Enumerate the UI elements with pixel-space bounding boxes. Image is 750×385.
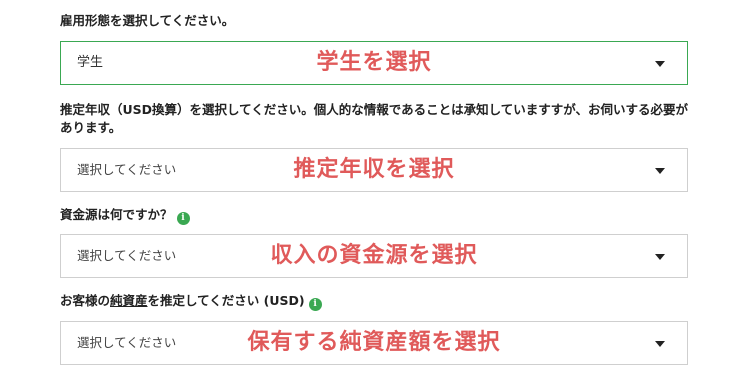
- net-worth-label-prefix: お客様の: [60, 293, 111, 308]
- chevron-down-icon: [655, 254, 665, 260]
- funds-source-select-value: 選択してください: [77, 248, 177, 263]
- funds-source-select[interactable]: 選択してください 収入の資金源を選択: [60, 234, 688, 278]
- net-worth-term-link[interactable]: 純資産: [110, 293, 148, 308]
- net-worth-select-value: 選択してください: [77, 335, 177, 350]
- employment-select-value: 学生: [77, 55, 104, 70]
- info-icon[interactable]: i: [176, 212, 190, 225]
- chevron-down-icon: [655, 168, 665, 174]
- employment-annotation: 学生を選択: [316, 50, 432, 75]
- employment-select[interactable]: 学生 学生を選択: [60, 41, 688, 85]
- net-worth-label-suffix: を推定してください (USD): [147, 293, 305, 308]
- info-icon[interactable]: i: [308, 298, 322, 311]
- chevron-down-icon: [655, 341, 665, 347]
- employment-question-label: 雇用形態を選択してください。: [60, 13, 235, 28]
- net-worth-question: お客様の純資産を推定してください (USD) i: [60, 292, 322, 311]
- income-question-label: 推定年収（USD換算）を選択してください。個人的な情報であることは承知しています…: [60, 102, 689, 135]
- funds-source-question: 資金源は何ですか？ i: [60, 206, 190, 225]
- net-worth-select[interactable]: 選択してください 保有する純資産額を選択: [60, 321, 688, 365]
- chevron-down-icon: [655, 61, 665, 67]
- income-select-value: 選択してください: [77, 162, 177, 177]
- income-select[interactable]: 選択してください 推定年収を選択: [60, 148, 688, 192]
- funds-source-question-label: 資金源は何ですか？: [60, 207, 173, 222]
